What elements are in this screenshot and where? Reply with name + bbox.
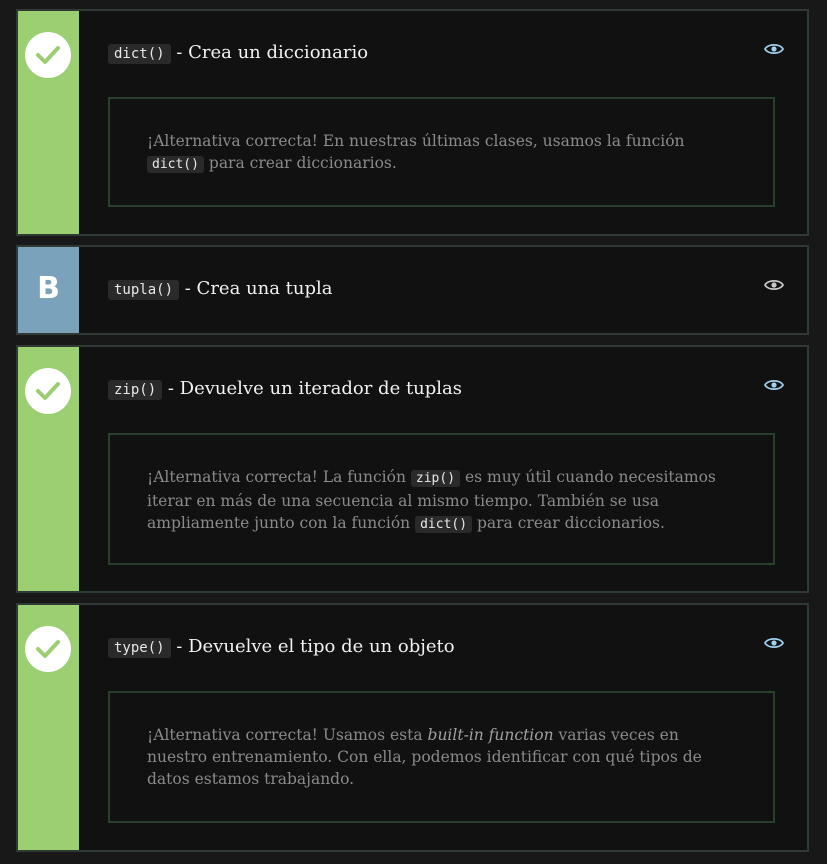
feedback-box: ¡Alternativa correcta! En nuestras últim…	[108, 97, 775, 207]
option-letter: B	[37, 271, 60, 306]
feedback-text-part: ¡Alternativa correcta! En nuestras últim…	[147, 132, 685, 150]
eye-icon[interactable]	[763, 41, 785, 60]
feedback-box: ¡Alternativa correcta! La función zip() …	[108, 433, 775, 565]
alternative-title: zip() - Devuelve un iterador de tuplas	[108, 378, 463, 400]
feedback-text: ¡Alternativa correcta! La función zip() …	[147, 466, 737, 536]
alternative-title: tupla() - Crea una tupla	[108, 278, 333, 300]
correct-indicator	[18, 347, 79, 591]
alternative-title: dict() - Crea un diccionario	[108, 42, 369, 64]
feedback-text: ¡Alternativa correcta! Usamos esta built…	[147, 724, 737, 790]
eye-icon[interactable]	[763, 635, 785, 654]
code-snippet: type()	[108, 638, 171, 658]
alternative-text: - Devuelve un iterador de tuplas	[162, 378, 463, 399]
correct-indicator	[18, 11, 79, 234]
alternative-text: - Crea una tupla	[179, 278, 333, 299]
alternative-card-tupla[interactable]: B tupla() - Crea una tupla	[16, 245, 809, 335]
code-snippet: zip()	[410, 470, 461, 487]
code-snippet: tupla()	[108, 280, 180, 300]
alternative-text: - Crea un diccionario	[170, 42, 369, 63]
code-snippet: dict()	[108, 44, 171, 64]
feedback-text: ¡Alternativa correcta! En nuestras últim…	[147, 130, 737, 176]
feedback-text-part: ¡Alternativa correcta! La función	[147, 468, 411, 486]
alternative-card-type[interactable]: type() - Devuelve el tipo de un objeto ¡…	[16, 603, 809, 852]
emphasized-term: built-in function	[427, 726, 554, 744]
feedback-text-part: para crear diccionarios.	[472, 514, 665, 532]
feedback-text-part: ¡Alternativa correcta! Usamos esta	[147, 726, 428, 744]
check-circle-icon	[25, 32, 71, 78]
code-snippet: dict()	[415, 516, 473, 533]
code-snippet: dict()	[147, 156, 204, 173]
eye-icon[interactable]	[763, 277, 785, 296]
option-letter-badge: B	[18, 247, 79, 333]
eye-icon[interactable]	[763, 377, 785, 396]
check-circle-icon	[25, 368, 71, 414]
alternative-card-dict[interactable]: dict() - Crea un diccionario ¡Alternativ…	[16, 9, 809, 236]
feedback-text-part: para crear diccionarios.	[203, 154, 397, 172]
correct-indicator	[18, 605, 79, 850]
feedback-box: ¡Alternativa correcta! Usamos esta built…	[108, 691, 775, 823]
code-snippet: zip()	[108, 380, 163, 400]
check-circle-icon	[25, 626, 71, 672]
alternative-title: type() - Devuelve el tipo de un objeto	[108, 636, 455, 658]
alternative-text: - Devuelve el tipo de un objeto	[170, 636, 455, 657]
alternative-card-zip[interactable]: zip() - Devuelve un iterador de tuplas ¡…	[16, 345, 809, 593]
